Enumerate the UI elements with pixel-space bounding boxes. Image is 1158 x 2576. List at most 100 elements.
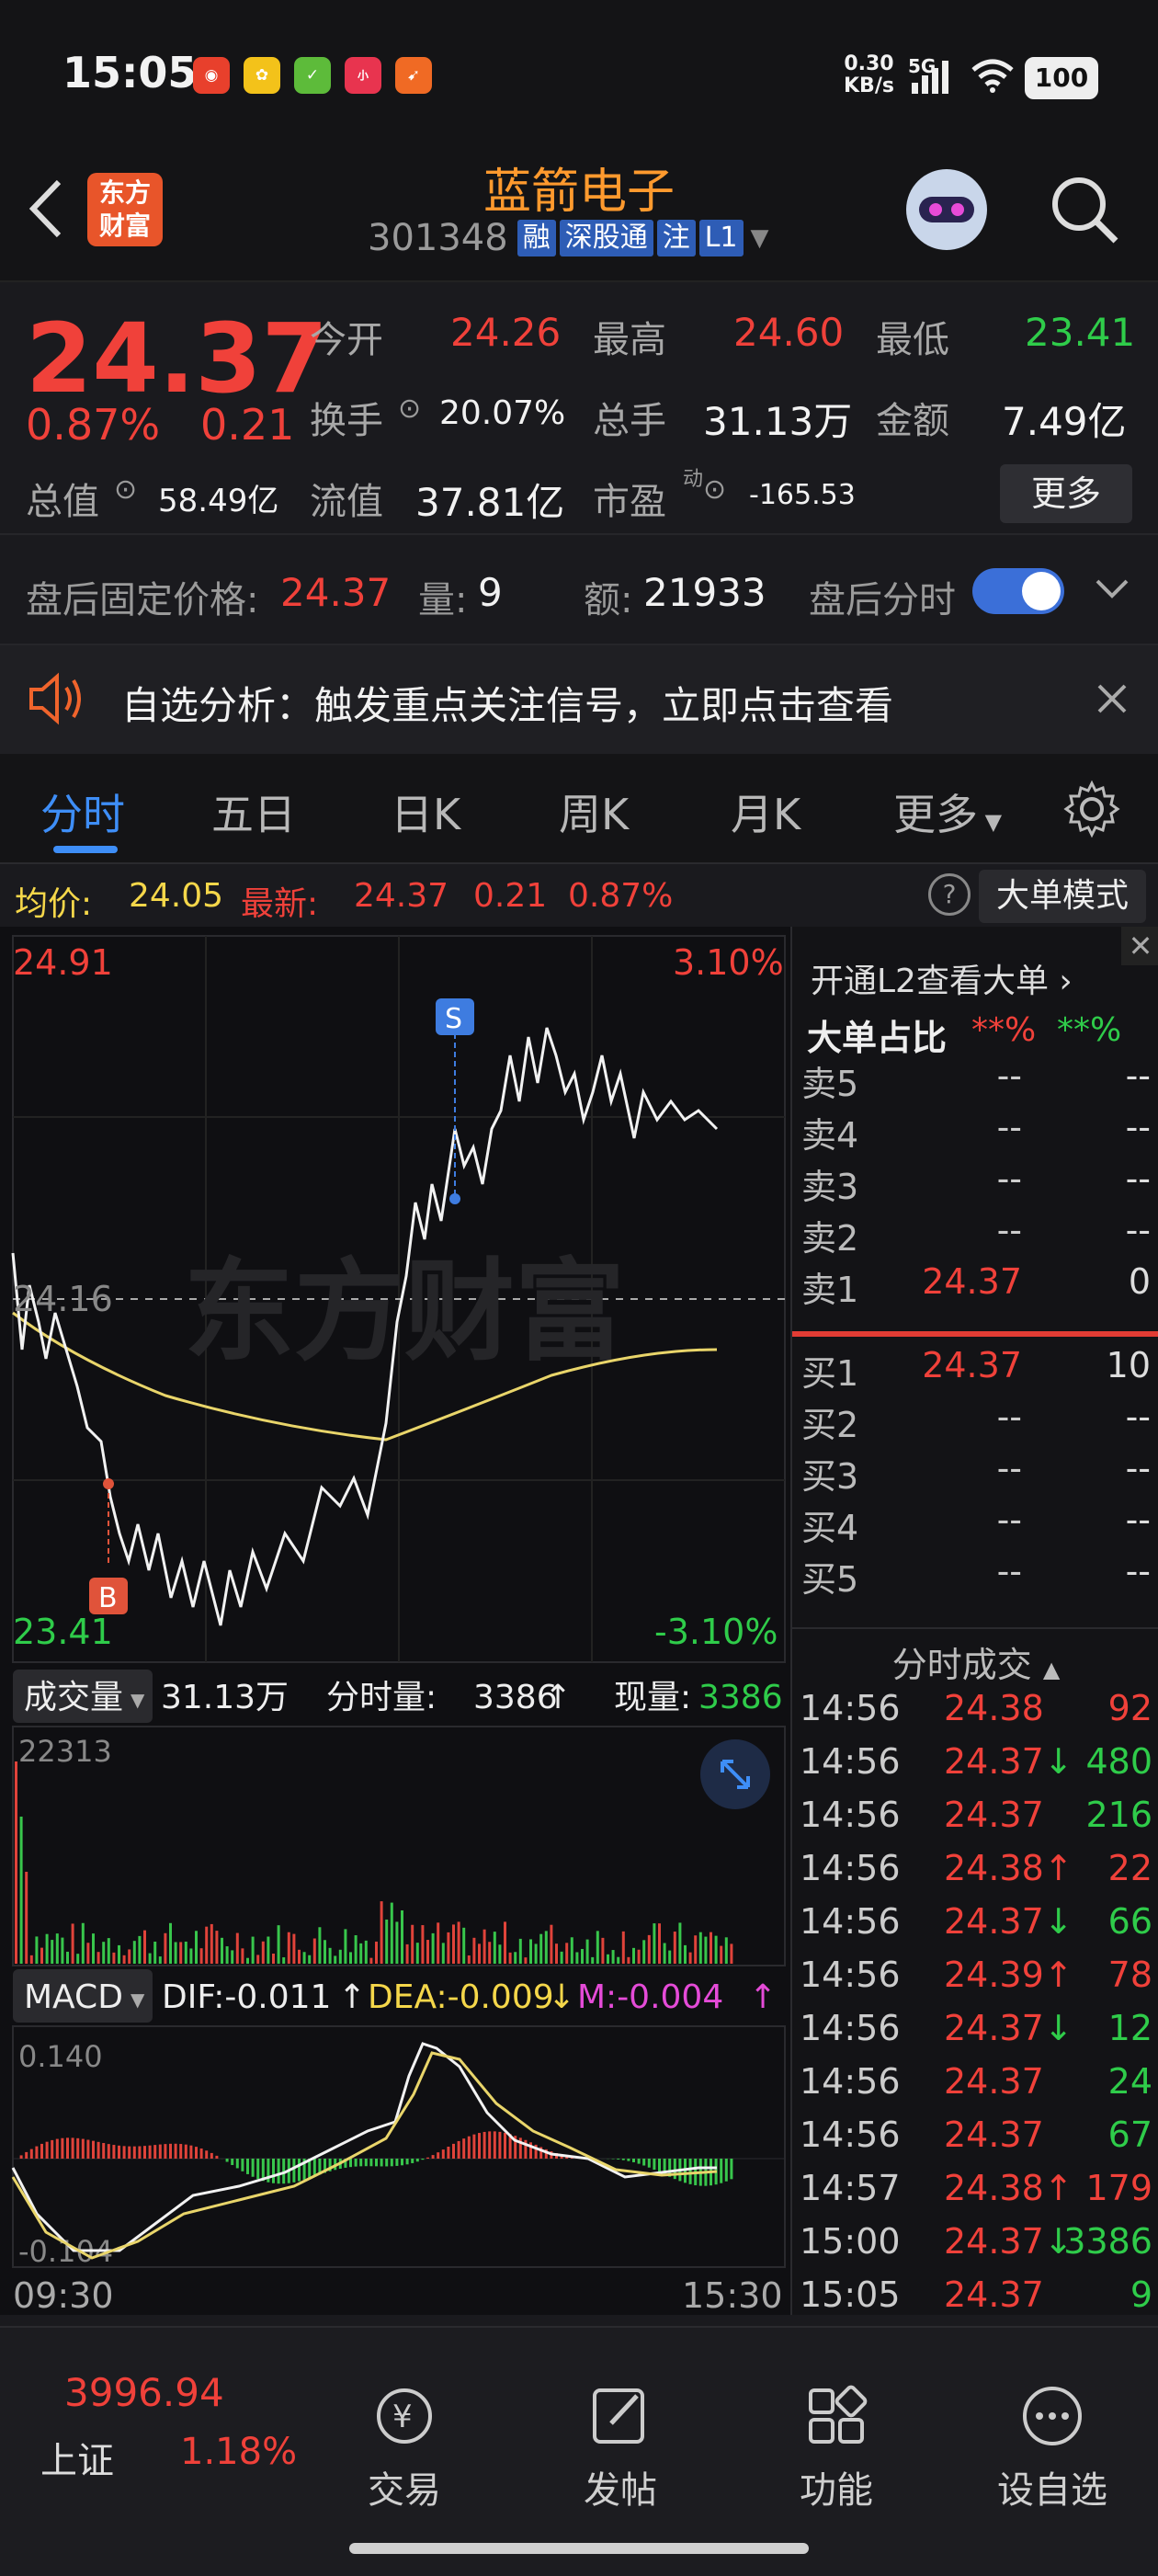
info-icon[interactable]: ⊙: [114, 473, 137, 506]
tick-volume: 24: [1108, 2061, 1152, 2102]
mktcap-label: 总值: [26, 472, 99, 525]
clock: 15:05: [62, 48, 197, 97]
ask-level-price: --: [997, 1107, 1022, 1147]
volume-bar: [401, 1910, 403, 1964]
volume-total: 31.13万: [161, 1679, 289, 1716]
macd-bar: [483, 2132, 486, 2159]
help-icon[interactable]: ?: [928, 873, 971, 916]
volume-bar: [658, 1923, 661, 1964]
macd-bar: [82, 2139, 85, 2159]
macd-bar: [66, 2137, 69, 2159]
time-start-label: 09:30: [13, 2275, 114, 2315]
tab-weekly-k[interactable]: 周K: [559, 781, 629, 842]
speaker-icon: [26, 671, 86, 726]
volume-bar: [349, 1952, 352, 1964]
volume-bar: [20, 1817, 23, 1964]
volume-bar: [82, 1923, 85, 1964]
macd-bar: [498, 2132, 501, 2159]
volume-bar: [246, 1958, 249, 1964]
info-icon[interactable]: ⊙: [703, 473, 726, 506]
volume-bar: [642, 1940, 645, 1964]
bid-level-row: 买5----: [792, 1551, 1158, 1602]
tick-price: 24.37: [944, 1795, 1044, 1835]
watermark: 东方财富: [184, 1248, 625, 1376]
index-ticker[interactable]: 3996.94 上证 1.18%: [0, 2328, 303, 2576]
volume-bar: [561, 1952, 563, 1964]
volume-bar: [205, 1927, 208, 1964]
macd-bar: [313, 2159, 316, 2176]
ask-level-price: --: [997, 1210, 1022, 1250]
volume-bar: [359, 1943, 362, 1964]
l2-upgrade-link[interactable]: 开通L2查看大单 ›: [811, 954, 1073, 1002]
app-notification-icon: ✿: [244, 57, 280, 94]
tick-direction: ↑: [1044, 2168, 1073, 2208]
tab-intraday[interactable]: 分时: [40, 781, 125, 842]
banner-text: 自选分析：触发重点关注信号，立即点击查看: [121, 675, 893, 731]
info-icon[interactable]: ⊙: [398, 393, 421, 425]
nav-post[interactable]: 发帖: [528, 2383, 712, 2513]
change-percent: 0.87%: [26, 400, 160, 450]
tick-row: 14:5624.3724: [792, 2061, 1158, 2114]
close-icon[interactable]: ✕: [1121, 927, 1158, 965]
nav-trade[interactable]: ¥ 交易: [312, 2383, 496, 2513]
close-icon[interactable]: [1094, 680, 1130, 717]
ask-level-qty: --: [1126, 1210, 1151, 1250]
fenshi-volume-label: 分时量:: [326, 1679, 437, 1716]
after-hours-price: 24.37: [280, 570, 391, 615]
macd-bar: [401, 2159, 403, 2165]
macd-bar: [385, 2159, 388, 2166]
tab-more[interactable]: 更多 ▼: [893, 781, 1002, 842]
intraday-chart-area[interactable]: 东方财富 S B 24.91 24.16 23.41 3.10% -3.10% …: [0, 927, 790, 2315]
avg-price-value: 24.05: [129, 877, 223, 915]
macd-dea: DEA:-0.009: [368, 1978, 554, 2016]
ask-level-price: --: [997, 1055, 1022, 1096]
tick-direction: ↑: [1044, 1955, 1073, 1995]
stock-code-row[interactable]: 301348 融 深股通 注 L1 ▼: [368, 215, 769, 261]
open-value: 24.26: [450, 310, 561, 355]
tick-time: 14:56: [800, 2008, 901, 2048]
volume-bar: [458, 1921, 460, 1964]
after-hours-toggle[interactable]: [972, 568, 1064, 614]
macd-bar: [20, 2155, 23, 2159]
robot-assistant-icon[interactable]: [901, 164, 993, 256]
alert-banner[interactable]: 自选分析：触发重点关注信号，立即点击查看: [0, 644, 1158, 756]
volume-bar: [313, 1939, 316, 1964]
macd-bar: [278, 2159, 280, 2183]
volume-bar: [529, 1939, 532, 1964]
macd-bar: [622, 2159, 625, 2160]
search-icon[interactable]: [1048, 173, 1121, 246]
ask-level-label: 卖1: [801, 1261, 858, 1312]
nav-functions[interactable]: 功能: [744, 2383, 928, 2513]
volume-bar: [586, 1940, 589, 1964]
svg-text:↑: ↑: [338, 1978, 366, 2016]
settings-gear-icon[interactable]: [1062, 780, 1121, 838]
after-hours-bar: 盘后固定价格: 24.37 量: 9 额: 21933 盘后分时: [0, 533, 1158, 645]
nav-add-watchlist[interactable]: 设自选: [960, 2383, 1144, 2513]
ask-level-qty: --: [1126, 1158, 1151, 1199]
turnover-value: 20.07%: [439, 394, 565, 432]
macd-bar: [437, 2152, 439, 2159]
ask-level-row: 卖3----: [792, 1158, 1158, 1210]
tick-time: 14:56: [800, 1955, 901, 1995]
ticks-header[interactable]: 分时成交 ▲: [792, 1636, 1158, 1687]
pe-label: 市盈: [593, 472, 666, 525]
big-order-mode-button[interactable]: 大单模式: [979, 870, 1146, 923]
volume-bar: [539, 1934, 542, 1964]
tab-five-day[interactable]: 五日: [211, 781, 296, 842]
macd-bar: [231, 2159, 233, 2165]
tick-price: 24.37↓: [944, 1741, 1073, 1782]
chevron-down-icon[interactable]: [1094, 576, 1130, 603]
turnover-label: 换手: [310, 391, 383, 444]
volume-bar: [86, 1943, 89, 1964]
more-button[interactable]: 更多: [1000, 464, 1132, 523]
volume-bar: [226, 1946, 229, 1964]
tick-row: 14:5624.37216: [792, 1795, 1158, 1848]
volume-bar: [478, 1943, 481, 1964]
bid-level-price: --: [997, 1396, 1022, 1437]
tab-monthly-k[interactable]: 月K: [731, 781, 800, 842]
ask-level-row: 卖5----: [792, 1055, 1158, 1107]
ask-level-label: 卖5: [801, 1055, 858, 1106]
volume-bar: [252, 1937, 255, 1964]
volume-bar: [30, 1955, 33, 1964]
tab-daily-k[interactable]: 日K: [391, 781, 460, 842]
